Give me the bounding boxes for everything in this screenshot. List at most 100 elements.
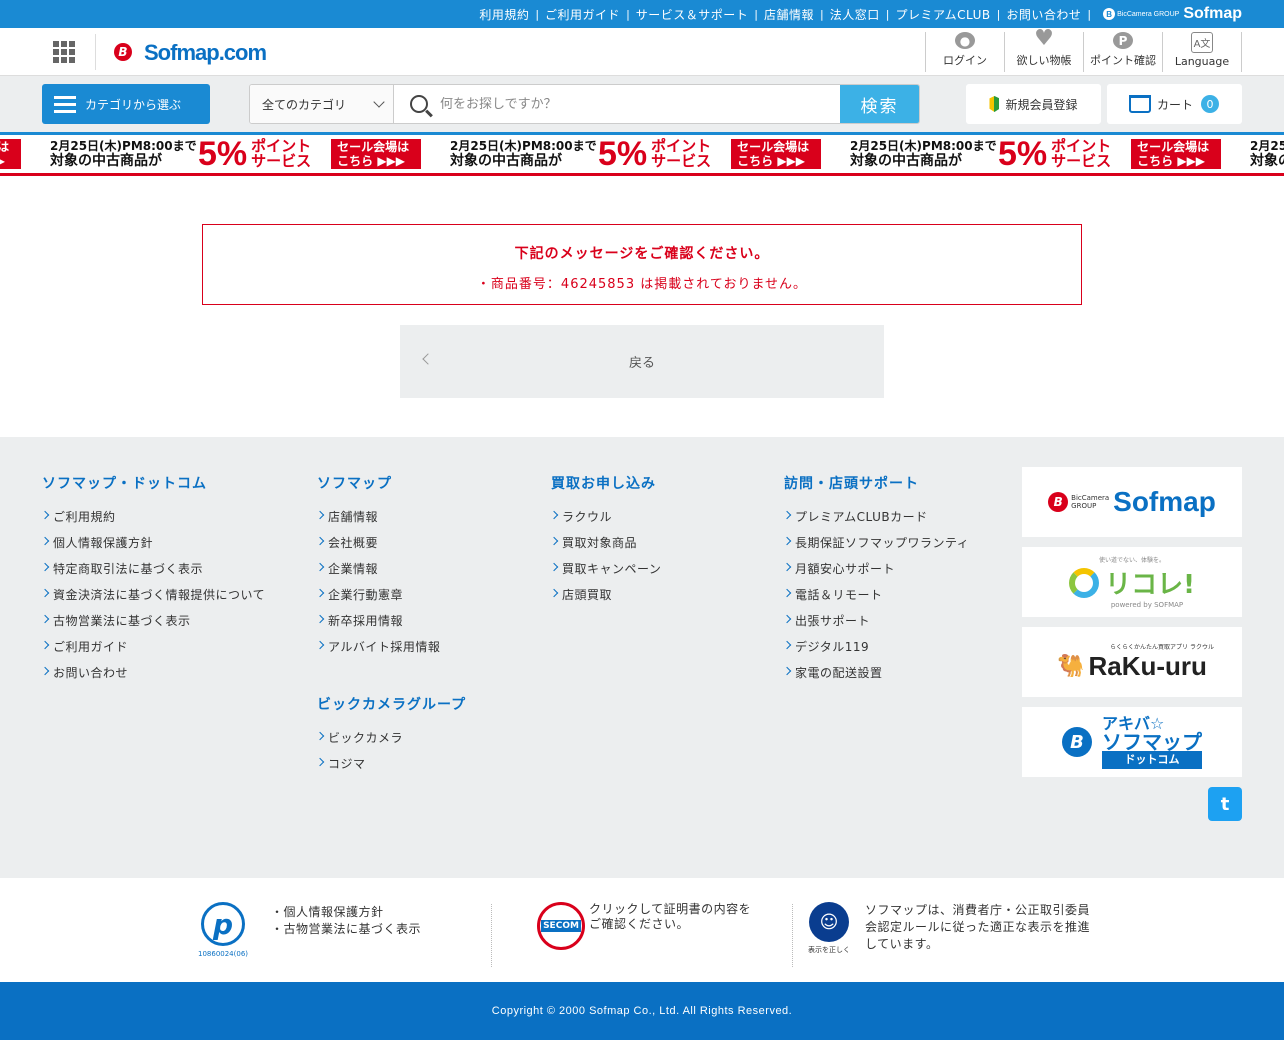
search-input[interactable] bbox=[440, 96, 820, 112]
category-menu-button[interactable]: カテゴリから選ぶ bbox=[42, 84, 210, 124]
top-link-stores[interactable]: 店舗情報 bbox=[764, 6, 814, 23]
hamburger-icon bbox=[54, 92, 76, 117]
fair-display-mark-icon: ☺ 表示を正しく bbox=[807, 902, 851, 955]
error-message-box: 下記のメッセージをご確認ください。 ・商品番号：46245853 は掲載されてお… bbox=[202, 224, 1082, 305]
footer-link[interactable]: 企業行動憲章 bbox=[317, 586, 440, 612]
footer-link[interactable]: ご利用規約 bbox=[42, 508, 265, 534]
rakuuru-logo-link[interactable]: らくらくかんたん買取アプリ ラクウル 🐫 RaKu-uru bbox=[1022, 627, 1242, 697]
footer-link[interactable]: プレミアムCLUBカード bbox=[784, 508, 969, 534]
top-link-premium[interactable]: プレミアムCLUB bbox=[895, 6, 990, 23]
banner-unit: 2月25日(木)PM8:00まで対象の中古商品が5%ポイントサービスセール会場は… bbox=[450, 135, 850, 173]
cart-button[interactable]: カート 0 bbox=[1107, 84, 1242, 124]
language-button[interactable]: A文 Language bbox=[1163, 32, 1242, 72]
top-link-support[interactable]: サービス＆サポート bbox=[636, 6, 749, 23]
top-utility-bar: 利用規約 | ご利用ガイド | サービス＆サポート | 店舗情報 | 法人窓口 | プレミ… bbox=[0, 0, 1284, 28]
top-link-terms[interactable]: 利用規約 bbox=[479, 6, 529, 23]
footer-link[interactable]: 買取キャンペーン bbox=[551, 560, 661, 586]
copyright: Copyright © 2000 Sofmap Co., Ltd. All Ri… bbox=[0, 982, 1284, 1040]
error-heading: 下記のメッセージをご確認ください。 bbox=[514, 246, 770, 262]
cart-count-badge: 0 bbox=[1201, 95, 1220, 113]
footer-link[interactable]: 企業情報 bbox=[317, 560, 440, 586]
wishlist-button[interactable]: ♥ 欲しい物帳 bbox=[1005, 26, 1084, 72]
heart-icon: ♥ bbox=[1034, 26, 1054, 51]
app-grid-icon[interactable] bbox=[53, 40, 75, 63]
twitter-icon[interactable]: t bbox=[1208, 787, 1242, 821]
akiba-sofmap-logo-link[interactable]: B アキバ☆ ソフマップ ドットコム bbox=[1022, 707, 1242, 777]
beginner-mark-icon bbox=[989, 96, 1000, 112]
top-link-contact[interactable]: お問い合わせ bbox=[1006, 6, 1081, 23]
footer-link[interactable]: 出張サポート bbox=[784, 612, 969, 638]
ricore-icon bbox=[1069, 567, 1100, 598]
footer-link[interactable]: ビックカメラ bbox=[317, 729, 466, 755]
top-link-corporate[interactable]: 法人窓口 bbox=[830, 6, 880, 23]
topbar-brand-logo[interactable]: B BicCamera GROUP Sofmap bbox=[1103, 5, 1242, 23]
point-icon: P bbox=[1113, 32, 1133, 49]
points-button[interactable]: P ポイント確認 bbox=[1084, 32, 1163, 72]
biccamera-b-icon: B bbox=[114, 42, 132, 61]
privacy-mark-icon[interactable]: p 10860024(06) bbox=[193, 902, 253, 964]
footer-link[interactable]: お問い合わせ bbox=[42, 664, 265, 690]
ricore-logo-link[interactable]: 使い道でない、体験を。 リコレ! powered by SOFMAP bbox=[1022, 547, 1242, 617]
header-menu: ● ログイン ♥ 欲しい物帳 P ポイント確認 A文 Language bbox=[925, 26, 1242, 72]
sale-link-button[interactable]: セール会場はこちら ▶▶▶ bbox=[0, 139, 22, 169]
footer-column-buyback: 買取お申し込み ラクウル 買取対象商品 買取キャンペーン 店頭買取 bbox=[551, 473, 661, 612]
footer-link[interactable]: ご利用ガイド bbox=[42, 638, 265, 664]
privacy-mark-block: p 10860024(06) ・個人情報保護方針 ・古物営業法に基づく表示 bbox=[193, 902, 421, 964]
privacy-policy-link[interactable]: ・個人情報保護方針 bbox=[271, 904, 421, 921]
cart-icon bbox=[1129, 95, 1151, 113]
footer-link[interactable]: 店頭買取 bbox=[551, 586, 661, 612]
language-icon: A文 bbox=[1191, 32, 1213, 53]
footer-link[interactable]: 特定商取引法に基づく表示 bbox=[42, 560, 265, 586]
sale-banner[interactable]: 2月25日(木)PM8:00まで 対象の中古商品が 5% ポイント サービス セール会場は… bbox=[0, 132, 1284, 176]
footer-link[interactable]: 電話＆リモート bbox=[784, 586, 969, 612]
certifications-strip: p 10860024(06) ・個人情報保護方針 ・古物営業法に基づく表示 SE… bbox=[0, 878, 1284, 982]
sofmap-logo-link[interactable]: B BicCamera GROUP Sofmap bbox=[1022, 467, 1242, 537]
login-button[interactable]: ● ログイン bbox=[926, 32, 1005, 72]
footer-link[interactable]: コジマ bbox=[317, 755, 466, 781]
footer-link[interactable]: デジタル119 bbox=[784, 638, 969, 664]
footer-link[interactable]: 月額安心サポート bbox=[784, 560, 969, 586]
sale-link-button[interactable]: セール会場はこちら ▶▶▶ bbox=[331, 139, 422, 169]
chevron-left-icon bbox=[422, 353, 434, 365]
site-logo[interactable]: B Sofmap.com bbox=[114, 36, 267, 67]
footer-link[interactable]: 新卒採用情報 bbox=[317, 612, 440, 638]
footer-column-sofmap: ソフマップ 店舗情報 会社概要 企業情報 企業行動憲章 新卒採用情報 アルバイト… bbox=[317, 473, 440, 664]
register-button[interactable]: 新規会員登録 bbox=[966, 84, 1101, 124]
sale-link-button[interactable]: セール会場はこちら ▶▶▶ bbox=[731, 139, 822, 169]
error-detail: ・商品番号：46245853 は掲載されておりません。 bbox=[476, 277, 808, 292]
search-icon bbox=[410, 95, 428, 113]
category-select[interactable]: 全てのカテゴリ bbox=[250, 85, 394, 123]
search-bar: カテゴリから選ぶ 全てのカテゴリ 検索 新規会員登録 カート0 bbox=[0, 76, 1284, 132]
footer-link[interactable]: 店舗情報 bbox=[317, 508, 440, 534]
banner-unit: 2月25日(木)PM8:00まで対象の中古商品が5%ポイントサービスセール会場は… bbox=[850, 135, 1250, 173]
footer-link[interactable]: 買取対象商品 bbox=[551, 534, 661, 560]
footer-link[interactable]: 資金決済法に基づく情報提供について bbox=[42, 586, 265, 612]
footer-column-support: 訪問・店頭サポート プレミアムCLUBカード 長期保証ソフマップワランティ 月額… bbox=[784, 473, 969, 690]
footer-link[interactable]: 家電の配送設置 bbox=[784, 664, 969, 690]
footer-column-bic-group: ビックカメラグループ ビックカメラ コジマ bbox=[317, 694, 466, 781]
secom-seal-icon: SECOM bbox=[537, 902, 585, 950]
banner-unit: 2月25日(木)PM8:00まで対象の中古商品が5%ポイントサービスセール会場は… bbox=[1250, 139, 1284, 169]
footer-link[interactable]: 長期保証ソフマップワランティ bbox=[784, 534, 969, 560]
antique-law-link[interactable]: ・古物営業法に基づく表示 bbox=[271, 921, 421, 938]
banner-unit: 2月25日(木)PM8:00まで対象の中古商品が5%ポイントサービスセール会場は… bbox=[50, 135, 450, 173]
chevron-down-icon bbox=[373, 96, 385, 108]
fair-trade-block: ☺ 表示を正しく ソフマップは、消費者庁・公正取引委員会認定ルールに従った適正な… bbox=[807, 902, 1091, 955]
search-form: 全てのカテゴリ 検索 bbox=[249, 84, 920, 124]
top-link-guide[interactable]: ご利用ガイド bbox=[545, 6, 620, 23]
banner-unit: 2月25日(木)PM8:00まで対象の中古商品が5%ポイントサービスセール会場は… bbox=[0, 135, 50, 173]
user-icon: ● bbox=[955, 32, 975, 49]
back-button[interactable]: 戻る bbox=[400, 325, 884, 398]
sale-link-button[interactable]: セール会場はこちら ▶▶▶ bbox=[1131, 139, 1222, 169]
search-submit-button[interactable]: 検索 bbox=[840, 85, 919, 123]
footer-link[interactable]: アルバイト採用情報 bbox=[317, 638, 440, 664]
footer-link[interactable]: 古物営業法に基づく表示 bbox=[42, 612, 265, 638]
secom-block[interactable]: SECOM クリックして証明書の内容をご確認ください。 bbox=[537, 902, 754, 950]
footer-link[interactable]: 個人情報保護方針 bbox=[42, 534, 265, 560]
camel-icon: 🐫 bbox=[1057, 654, 1085, 679]
site-header: B Sofmap.com ● ログイン ♥ 欲しい物帳 P ポイント確認 A文 Lang… bbox=[0, 28, 1284, 76]
footer-link[interactable]: 会社概要 bbox=[317, 534, 440, 560]
footer-link[interactable]: ラクウル bbox=[551, 508, 661, 534]
site-footer: ソフマップ・ドットコム ご利用規約 個人情報保護方針 特定商取引法に基づく表示 … bbox=[0, 437, 1284, 878]
footer-column-sofmap-com: ソフマップ・ドットコム ご利用規約 個人情報保護方針 特定商取引法に基づく表示 … bbox=[42, 473, 265, 690]
